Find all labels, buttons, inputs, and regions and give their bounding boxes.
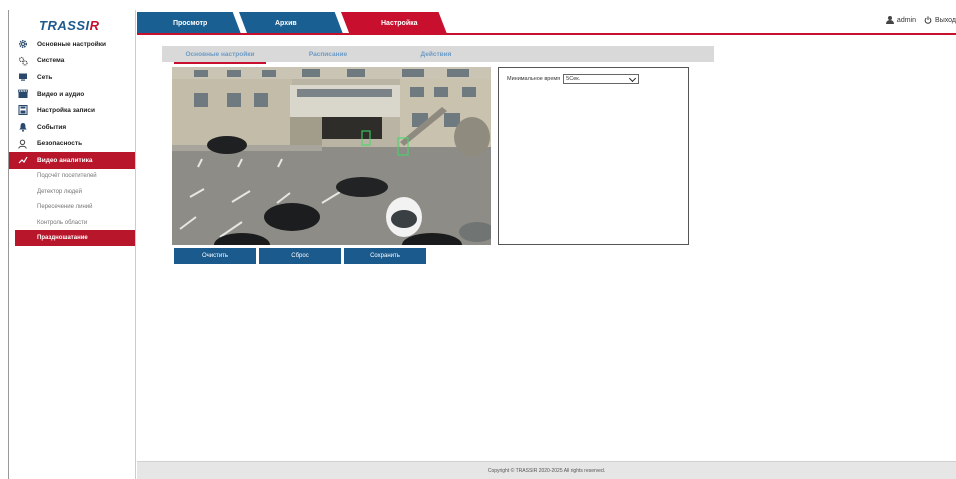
sidebar-sub-area-control[interactable]: Контроль области bbox=[9, 215, 135, 230]
analytics-icon bbox=[18, 156, 28, 164]
sidebar-item-basic-settings[interactable]: Основные настройки bbox=[9, 36, 135, 53]
sidebar-item-video-analytics[interactable]: Видео аналитика bbox=[9, 152, 135, 169]
record-icon bbox=[18, 105, 28, 116]
gear-icon bbox=[18, 39, 28, 49]
settings-panel: Минимальное время 5Сек. bbox=[498, 67, 689, 245]
clear-button-label: Очистить bbox=[201, 253, 229, 259]
subtab-actions[interactable]: Действия bbox=[386, 46, 486, 62]
sidebar-sub-people-detector[interactable]: Детектор людей bbox=[9, 184, 135, 199]
sidebar-item-events[interactable]: События bbox=[9, 119, 135, 136]
reset-button-label: Сброс bbox=[291, 253, 309, 259]
sidebar-item-label: Система bbox=[37, 57, 65, 65]
sidebar-sub-visitor-count[interactable]: Подсчёт посетителей bbox=[9, 169, 135, 184]
subtab-label: Расписание bbox=[308, 50, 348, 58]
footer: Copyright © TRASSIR 2020-2025 All rights… bbox=[137, 461, 956, 479]
sidebar-sub-label: Пересечение линий bbox=[37, 204, 93, 211]
logo-accent: R bbox=[89, 18, 100, 33]
sidebar-sub-label: Контроль области bbox=[37, 219, 88, 226]
logout-button[interactable]: Выход bbox=[924, 16, 956, 24]
sidebar-item-label: Безопасность bbox=[37, 140, 83, 148]
sidebar-item-network[interactable]: Сеть bbox=[9, 69, 135, 86]
network-icon bbox=[19, 73, 27, 81]
system-gears-icon bbox=[18, 56, 28, 66]
save-button[interactable]: Сохранить bbox=[344, 248, 426, 264]
copyright-text: Copyright © TRASSIR 2020-2025 All rights… bbox=[487, 467, 606, 474]
security-user-icon bbox=[18, 139, 27, 149]
min-time-label: Минимальное время bbox=[507, 76, 561, 82]
save-button-label: Сохранить bbox=[370, 253, 400, 259]
sidebar-item-label: События bbox=[37, 123, 67, 131]
logo: TRASSIR bbox=[8, 10, 136, 36]
sidebar-item-label: Видео аналитика bbox=[37, 156, 93, 164]
logout-label: Выход bbox=[935, 16, 956, 24]
chevron-down-icon bbox=[629, 74, 637, 83]
nav-underline bbox=[137, 33, 956, 35]
sidebar-item-label: Сеть bbox=[37, 73, 53, 81]
min-time-select[interactable]: 5Сек. bbox=[563, 74, 640, 84]
top-bar: TRASSIR Просмотр Архив Настройка admin В… bbox=[0, 0, 956, 36]
clear-button[interactable]: Очистить bbox=[174, 248, 256, 264]
sidebar-sub-label: Праздношатание bbox=[37, 235, 88, 241]
sidebar-item-label: Основные настройки bbox=[37, 40, 106, 48]
main-nav: Просмотр Архив Настройка bbox=[137, 12, 447, 34]
user-name: admin bbox=[896, 16, 916, 24]
video-audio-icon bbox=[18, 89, 28, 98]
sidebar: Основные настройки Система Сеть Видео и … bbox=[8, 36, 136, 479]
min-time-row: Минимальное время 5Сек. bbox=[507, 74, 640, 84]
bell-icon bbox=[19, 122, 27, 132]
subtab-basic-settings[interactable]: Основные настройки bbox=[170, 46, 270, 64]
subtab-schedule[interactable]: Расписание bbox=[278, 46, 378, 62]
logo-text: TRASSIR bbox=[39, 18, 100, 33]
sidebar-sub-line-crossing[interactable]: Пересечение линий bbox=[9, 200, 135, 215]
reset-button[interactable]: Сброс bbox=[259, 248, 341, 264]
sidebar-sub-loitering[interactable]: Праздношатание bbox=[15, 230, 135, 246]
tab-view-label: Просмотр bbox=[173, 19, 208, 27]
sidebar-item-label: Видео и аудио bbox=[37, 90, 85, 98]
user-menu[interactable]: admin bbox=[885, 16, 916, 24]
tab-view[interactable]: Просмотр bbox=[137, 12, 241, 34]
tab-settings[interactable]: Настройка bbox=[341, 12, 447, 34]
video-preview[interactable] bbox=[172, 67, 491, 245]
camera-frame-image bbox=[172, 67, 491, 245]
sidebar-item-label: Настройка записи bbox=[37, 107, 96, 115]
power-icon bbox=[924, 16, 932, 24]
action-buttons: Очистить Сброс Сохранить bbox=[174, 248, 426, 264]
min-time-value: 5Сек. bbox=[566, 76, 581, 82]
sidebar-item-security[interactable]: Безопасность bbox=[9, 136, 135, 153]
subtab-label: Основные настройки bbox=[185, 50, 255, 58]
tab-archive-label: Архив bbox=[275, 19, 297, 27]
tab-settings-label: Настройка bbox=[381, 19, 418, 27]
sidebar-sub-label: Детектор людей bbox=[37, 188, 82, 195]
sidebar-item-record-settings[interactable]: Настройка записи bbox=[9, 102, 135, 119]
subtabs-bar: Основные настройки Расписание Действия bbox=[162, 46, 714, 64]
sidebar-item-video-audio[interactable]: Видео и аудио bbox=[9, 86, 135, 103]
logo-main: TRASSI bbox=[39, 18, 90, 33]
user-icon bbox=[885, 16, 894, 24]
subtab-label: Действия bbox=[420, 50, 452, 58]
sidebar-item-system[interactable]: Система bbox=[9, 53, 135, 70]
tab-archive[interactable]: Архив bbox=[239, 12, 343, 34]
sidebar-sub-label: Подсчёт посетителей bbox=[37, 173, 97, 180]
